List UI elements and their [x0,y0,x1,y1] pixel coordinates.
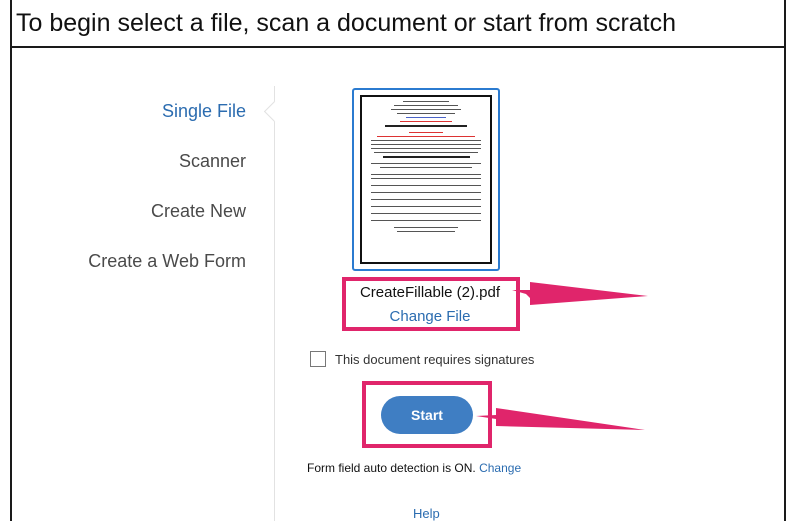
annotation-arrows [476,282,648,430]
start-arrow [476,408,645,430]
filename-arrow [512,282,648,305]
